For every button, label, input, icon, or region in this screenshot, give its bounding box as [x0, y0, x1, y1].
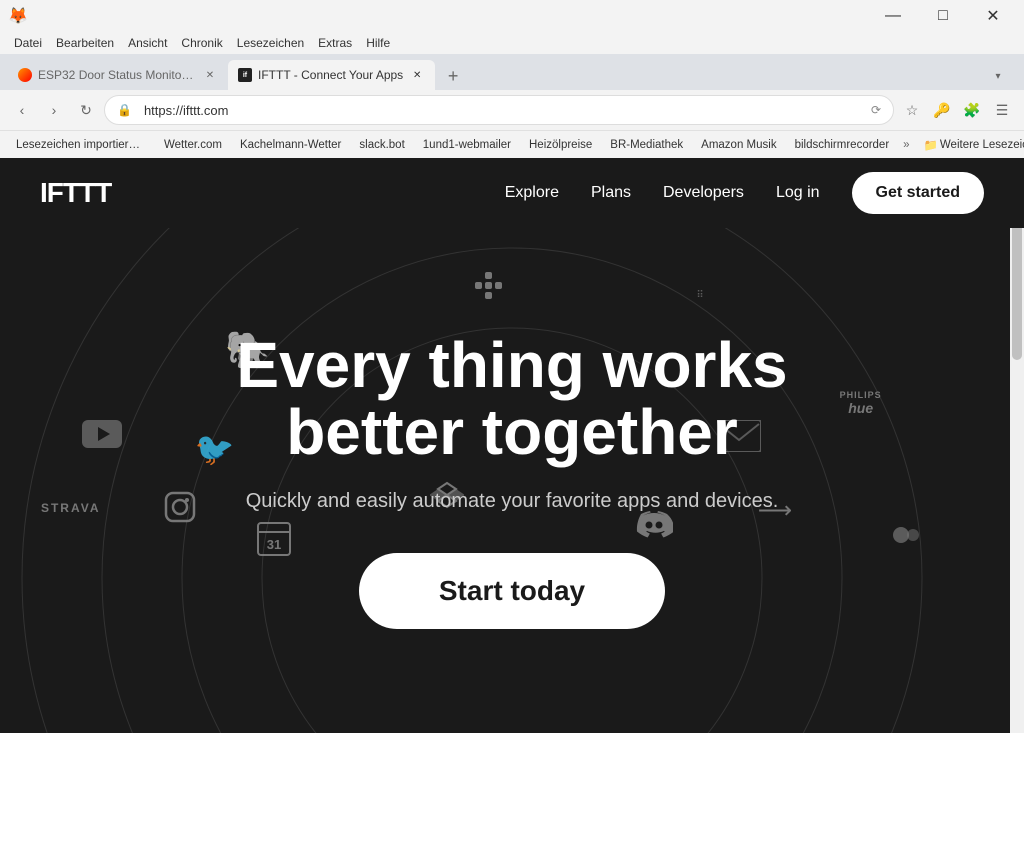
strava-icon: STRAVA: [41, 501, 101, 515]
scrollbar[interactable]: [1010, 158, 1024, 733]
close-button[interactable]: ✕: [970, 0, 1016, 32]
bookmark-amazon[interactable]: Amazon Musik: [693, 137, 784, 153]
dotgrid-icon: ⠿: [696, 289, 707, 303]
tab-favicon-ifttt: if: [238, 68, 252, 82]
folder-icon: 📁: [924, 138, 938, 152]
bookmark-star-button[interactable]: ☆: [898, 96, 926, 124]
get-started-button[interactable]: Get started: [852, 172, 984, 214]
app-icon: 🦊: [8, 6, 28, 26]
hero-content: Every thing works better together Quickl…: [196, 332, 827, 629]
bookmarks-bar: Lesezeichen importier… Wetter.com Kachel…: [0, 130, 1024, 158]
ifttt-logo: IFTTT: [40, 177, 111, 209]
maximize-button[interactable]: □: [920, 0, 966, 32]
youtube-icon: [82, 420, 122, 453]
tab-title-ifttt: IFTTT - Connect Your Apps: [258, 68, 403, 82]
bookmark-further-label: Weitere Lesezeichen: [940, 139, 1024, 151]
menu-chronik[interactable]: Chronik: [175, 34, 228, 52]
bookmark-1und1[interactable]: 1und1-webmailer: [415, 137, 519, 153]
reload-button[interactable]: ↻: [72, 96, 100, 124]
menu-bearbeiten[interactable]: Bearbeiten: [50, 34, 120, 52]
window-frame: 🦊 — □ ✕ Datei Bearbeiten Ansicht Chronik…: [0, 0, 1024, 841]
nav-links: Explore Plans Developers Log in Get star…: [505, 172, 984, 214]
instagram-icon: [164, 491, 196, 531]
tab-esp32[interactable]: ESP32 Door Status Monitor wit… ✕: [8, 60, 228, 90]
slack-icon: [471, 268, 507, 312]
footer-area: [0, 733, 1024, 841]
hero-title: Every thing works better together: [236, 332, 787, 466]
new-tab-button[interactable]: +: [439, 62, 467, 90]
address-input-wrap[interactable]: 🔒 https://ifttt.com ⟳: [104, 95, 894, 125]
ifttt-navbar: IFTTT Explore Plans Developers Log in Ge…: [0, 158, 1024, 228]
nav-developers[interactable]: Developers: [663, 184, 744, 202]
hero-title-line1: Every thing works: [236, 329, 787, 401]
hero-title-line2: better together: [286, 396, 738, 468]
menu-bar: Datei Bearbeiten Ansicht Chronik Lesezei…: [0, 32, 1024, 54]
extensions-button[interactable]: 🧩: [958, 96, 986, 124]
bookmark-slackbot[interactable]: slack.bot: [351, 137, 412, 153]
bookmark-bildschirmrecorder[interactable]: bildschirmrecorder: [787, 137, 898, 153]
bookmark-lesezeichen[interactable]: Lesezeichen importier…: [8, 137, 148, 153]
tab-bar: ESP32 Door Status Monitor wit… ✕ if IFTT…: [0, 54, 1024, 90]
forward-button[interactable]: ›: [40, 96, 68, 124]
nav-plans[interactable]: Plans: [591, 184, 631, 202]
title-bar-left: 🦊: [8, 6, 28, 26]
firefox-account-button[interactable]: 🔑: [928, 96, 956, 124]
tab-ifttt[interactable]: if IFTTT - Connect Your Apps ✕: [228, 60, 435, 90]
tab-favicon-esp32: [18, 68, 32, 82]
nav-explore[interactable]: Explore: [505, 184, 559, 202]
bookmark-wetter[interactable]: Wetter.com: [156, 137, 230, 153]
menu-hilfe[interactable]: Hilfe: [360, 34, 396, 52]
bookmark-further[interactable]: 📁 Weitere Lesezeichen: [916, 136, 1024, 154]
bookmark-kachelmann[interactable]: Kachelmann-Wetter: [232, 137, 349, 153]
minimize-button[interactable]: —: [870, 0, 916, 32]
menu-extras[interactable]: Extras: [312, 34, 358, 52]
hero-subtitle: Quickly and easily automate your favorit…: [236, 490, 787, 513]
hero-section: 🐘 ⠿ 🐦 P: [0, 228, 1024, 733]
window-controls: — □ ✕: [870, 0, 1016, 32]
menu-button[interactable]: ☰: [988, 96, 1016, 124]
reload-address-icon: ⟳: [871, 103, 881, 117]
menu-ansicht[interactable]: Ansicht: [122, 34, 173, 52]
address-bar: ‹ › ↻ 🔒 https://ifttt.com ⟳ ☆ 🔑 🧩 ☰: [0, 90, 1024, 130]
menu-lesezeichen[interactable]: Lesezeichen: [231, 34, 310, 52]
philips-hue-icon: PHILIPS hue: [840, 390, 882, 416]
bubble-icon: [891, 521, 927, 554]
nav-login[interactable]: Log in: [776, 184, 820, 202]
browser-actions: ☆ 🔑 🧩 ☰: [898, 96, 1016, 124]
menu-datei[interactable]: Datei: [8, 34, 48, 52]
url-display: https://ifttt.com: [144, 103, 865, 118]
tab-close-esp32[interactable]: ✕: [202, 67, 218, 83]
security-icon: 🔒: [117, 103, 132, 117]
bookmark-br[interactable]: BR-Mediathek: [602, 137, 691, 153]
start-today-button[interactable]: Start today: [359, 553, 665, 629]
website-content: IFTTT Explore Plans Developers Log in Ge…: [0, 158, 1024, 733]
tab-close-ifttt[interactable]: ✕: [409, 67, 425, 83]
title-bar: 🦊 — □ ✕: [0, 0, 1024, 32]
bookmark-heizoel[interactable]: Heizölpreise: [521, 137, 600, 153]
back-button[interactable]: ‹: [8, 96, 36, 124]
tab-list-button[interactable]: ▾: [984, 62, 1012, 90]
tab-title-esp32: ESP32 Door Status Monitor wit…: [38, 68, 196, 82]
